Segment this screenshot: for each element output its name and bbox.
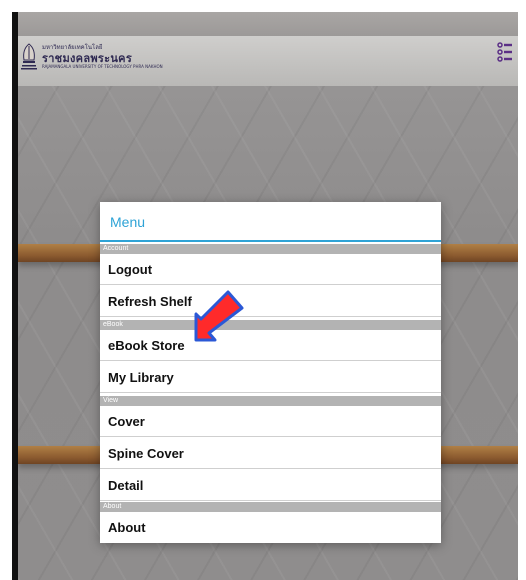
menu-item-refresh-shelf[interactable]: Refresh Shelf <box>100 286 441 317</box>
menu-item-label: My Library <box>108 370 174 385</box>
menu-item-label: eBook Store <box>108 338 185 353</box>
section-ebook-header: eBook <box>100 320 441 330</box>
menu-item-ebook-store[interactable]: eBook Store <box>100 330 441 361</box>
section-account-header: Account <box>100 244 441 254</box>
list-menu-button[interactable] <box>497 41 513 63</box>
menu-item-label: Logout <box>108 262 153 277</box>
section-about-header: About <box>100 502 441 512</box>
menu-item-label: Spine Cover <box>108 446 184 461</box>
menu-item-spine-cover[interactable]: Spine Cover <box>100 438 441 469</box>
menu-item-label: About <box>108 520 146 535</box>
menu-item-label: Cover <box>108 414 145 429</box>
menu-item-my-library[interactable]: My Library <box>100 362 441 393</box>
menu-item-label: Detail <box>108 478 144 493</box>
menu-item-label: Refresh Shelf <box>108 294 192 309</box>
logo-caption: RAJAMANGALA UNIVERSITY OF TECHNOLOGY PHR… <box>42 64 163 69</box>
app-header: มหาวิทยาลัยเทคโนโลยี ราชมงคลพระนคร RAJAM… <box>18 36 518 86</box>
top-banner <box>18 12 518 36</box>
list-menu-icon <box>497 42 512 62</box>
menu-item-detail[interactable]: Detail <box>100 470 441 501</box>
menu-item-logout[interactable]: Logout <box>100 254 441 285</box>
menu-item-cover[interactable]: Cover <box>100 406 441 437</box>
section-view-header: View <box>100 396 441 406</box>
menu-dialog: Menu Account Logout Refresh Shelf eBook … <box>100 202 441 543</box>
right-border <box>518 12 526 580</box>
menu-item-about[interactable]: About <box>100 512 441 543</box>
app-screen: มหาวิทยาลัยเทคโนโลยี ราชมงคลพระนคร RAJAM… <box>18 12 518 580</box>
menu-dialog-title: Menu <box>100 202 441 242</box>
university-logo-icon <box>20 42 38 76</box>
top-border <box>0 0 526 12</box>
